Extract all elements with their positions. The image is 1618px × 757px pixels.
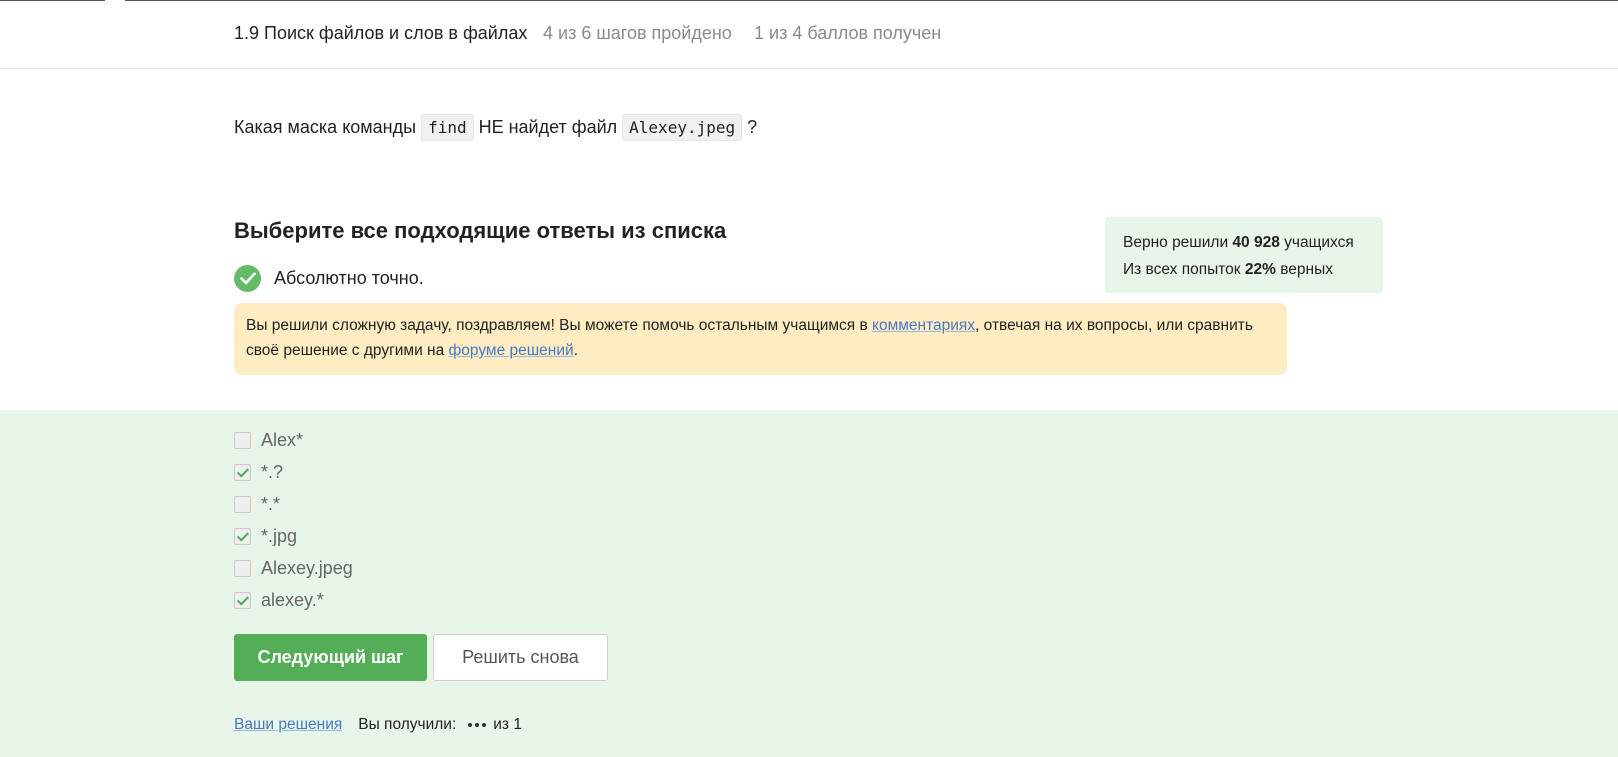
question-text: Какая маска команды find НЕ найдет файл …: [234, 114, 757, 141]
lesson-title[interactable]: 1.9 Поиск файлов и слов в файлах: [234, 23, 527, 44]
option-checkbox-checked[interactable]: [234, 464, 251, 481]
option-checkbox[interactable]: [234, 432, 251, 449]
next-step-button[interactable]: Следующий шаг: [234, 634, 427, 681]
option-label: *.jpg: [261, 526, 298, 546]
option-label: Alex*: [261, 430, 304, 450]
steps-progress: 4 из 6 шагов пройдено: [543, 23, 732, 43]
submission-footer: Ваши решения Вы получили: из 1: [234, 716, 522, 734]
option-checkbox[interactable]: [234, 496, 251, 513]
option-label: Alexey.jpeg: [261, 558, 353, 578]
question-prefix: Какая маска команды: [234, 117, 417, 137]
stats-percent: 22%: [1244, 261, 1276, 278]
stats-percent-line: Из всех попыток 22% верных: [1123, 256, 1365, 283]
stats-panel: Верно решили 40 928 учащихся Из всех поп…: [1105, 217, 1383, 293]
question-suffix: ?: [747, 117, 758, 137]
check-circle-icon: [234, 265, 261, 292]
quiz-instruction: Выберите все подходящие ответы из списка: [234, 218, 727, 243]
congrats-banner: Вы решили сложную задачу, поздравляем! В…: [234, 303, 1287, 375]
option-checkbox-checked[interactable]: [234, 528, 251, 545]
option-alexey-star[interactable]: alexey.*: [234, 590, 324, 611]
your-solutions-link[interactable]: Ваши решения: [234, 716, 342, 734]
solutions-forum-link[interactable]: форуме решений: [449, 342, 574, 359]
option-checkbox-checked[interactable]: [234, 592, 251, 609]
solve-again-button[interactable]: Решить снова: [433, 634, 608, 681]
congrats-text-3: .: [573, 342, 578, 359]
question-middle: НЕ найдет файл: [478, 117, 618, 137]
option-star-jpg[interactable]: *.jpg: [234, 526, 297, 547]
score-out-of: из 1: [493, 716, 522, 733]
stats-solved-count: 40 928: [1232, 234, 1280, 251]
comments-link[interactable]: комментариях: [872, 317, 975, 334]
feedback-text: Абсолютно точно.: [274, 268, 424, 288]
points-progress: 1 из 4 баллов получен: [754, 23, 942, 43]
option-label: alexey.*: [261, 590, 324, 610]
option-star-dot-star[interactable]: *.*: [234, 494, 280, 515]
received-label: Вы получили:: [358, 716, 457, 733]
option-alex-star[interactable]: Alex*: [234, 430, 303, 451]
option-star-dot-question[interactable]: *.?: [234, 462, 283, 483]
stats-solved-prefix: Верно решили: [1123, 234, 1229, 251]
lesson-header: 1.9 Поиск файлов и слов в файлах 4 из 6 …: [0, 1, 1618, 69]
option-label: *.*: [261, 494, 281, 514]
option-checkbox[interactable]: [234, 560, 251, 577]
checkmark-icon: [239, 272, 256, 285]
stats-solved-line: Верно решили 40 928 учащихся: [1123, 229, 1365, 256]
stats-percent-suffix: верных: [1280, 261, 1333, 278]
command-code: find: [421, 114, 474, 141]
congrats-text-1: Вы решили сложную задачу, поздравляем! В…: [246, 317, 868, 334]
score-dots-icon: [468, 723, 489, 727]
option-alexey-jpeg[interactable]: Alexey.jpeg: [234, 558, 353, 579]
stats-solved-suffix: учащихся: [1284, 234, 1354, 251]
filename-code: Alexey.jpeg: [622, 114, 743, 141]
option-label: *.?: [261, 462, 284, 482]
stats-percent-prefix: Из всех попыток: [1123, 261, 1241, 278]
